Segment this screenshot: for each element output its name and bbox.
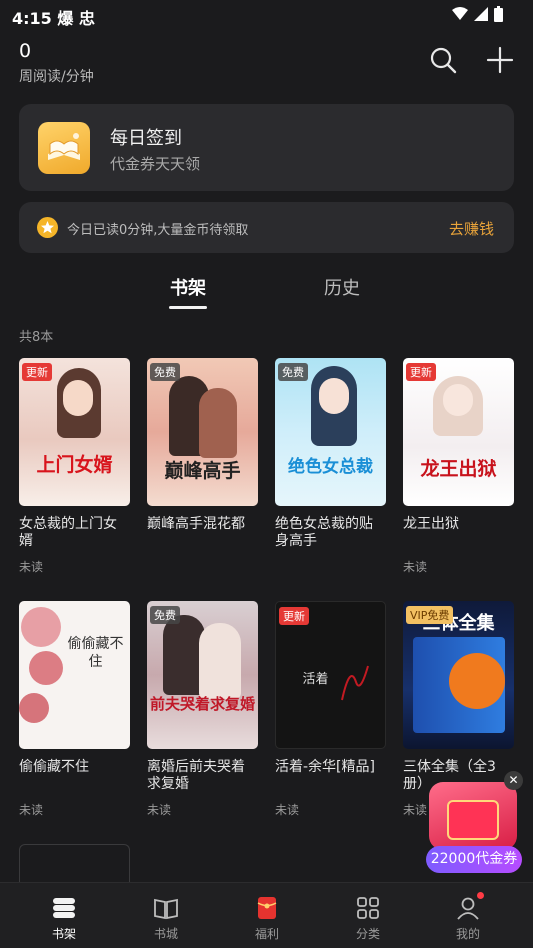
daily-checkin-card[interactable]: 每日签到 代金券天天领 xyxy=(19,104,514,191)
tab-history[interactable]: 历史 xyxy=(324,274,360,300)
gift-box-icon[interactable] xyxy=(429,782,517,850)
tab-bookshelf[interactable]: 书架 xyxy=(170,274,206,300)
cover-title: 偷偷藏不住 xyxy=(67,636,124,670)
book-title: 离婚后前夫哭着求复婚 xyxy=(147,759,245,792)
read-status: 未读 xyxy=(275,803,300,817)
book-item[interactable]: 活着 更新 活着-余华[精品] 未读 xyxy=(275,601,386,818)
nav-bookshelf[interactable]: 书架 xyxy=(24,883,104,948)
weekly-reading-count: 0 xyxy=(19,40,32,62)
vip-free-badge: VIP免费 xyxy=(406,606,454,624)
red-packet-icon xyxy=(447,800,499,840)
cover-title: 上门女婿 xyxy=(36,454,113,476)
status-bar: 4:15 爆 忠 xyxy=(0,0,533,30)
checkin-title: 每日签到 xyxy=(110,128,182,149)
nav-label: 书架 xyxy=(51,927,76,941)
nav-label: 福利 xyxy=(254,927,279,941)
book-icon xyxy=(38,122,90,174)
user-icon xyxy=(457,897,479,920)
book-title: 绝色女总裁的贴身高手 xyxy=(275,516,373,549)
cover-title: 前夫哭着求复婚 xyxy=(149,695,255,713)
free-badge: 免费 xyxy=(150,606,180,624)
cover-title: 绝色女总裁 xyxy=(288,457,373,477)
coin-star-icon xyxy=(37,217,58,238)
nav-label: 书城 xyxy=(153,927,178,941)
red-packet-icon xyxy=(257,897,277,919)
book-item[interactable]: 龙王出狱 更新 龙王出狱 未读 xyxy=(403,358,514,575)
nav-welfare[interactable]: 福利 xyxy=(227,883,307,948)
wifi-icon xyxy=(452,7,468,20)
update-badge: 更新 xyxy=(279,607,309,625)
book-item[interactable]: 上门女婿 更新 女总裁的上门女婿 未读 xyxy=(19,358,130,575)
weekly-reading-caption: 周阅读/分钟 xyxy=(19,69,94,85)
nav-label: 分类 xyxy=(355,927,380,941)
book-cover[interactable]: 前夫哭着求复婚 免费 xyxy=(147,601,258,749)
update-badge: 更新 xyxy=(406,363,436,381)
free-badge: 免费 xyxy=(278,363,308,381)
book-title: 巅峰高手混花都 xyxy=(147,516,245,532)
book-item[interactable]: 偷偷藏不住 偷偷藏不住 未读 xyxy=(19,601,130,818)
book-item[interactable]: 绝色女总裁 免费 绝色女总裁的贴身高手 xyxy=(275,358,386,558)
book-cover[interactable]: 巅峰高手 免费 xyxy=(147,358,258,506)
book-title: 女总裁的上门女婿 xyxy=(19,516,117,549)
book-item[interactable]: 巅峰高手 免费 巅峰高手混花都 xyxy=(147,358,258,558)
coin-banner[interactable]: 今日已读0分钟,大量金币待领取 去赚钱 xyxy=(19,202,514,253)
read-status: 未读 xyxy=(19,560,44,574)
book-item[interactable]: 前夫哭着求复婚 免费 离婚后前夫哭着求复婚 未读 xyxy=(147,601,258,818)
book-count: 共8本 xyxy=(19,330,54,345)
read-status: 未读 xyxy=(403,560,428,574)
cover-title: 龙王出狱 xyxy=(420,458,497,480)
active-tab-indicator xyxy=(169,306,207,309)
search-icon[interactable] xyxy=(428,45,458,75)
nav-profile[interactable]: 我的 xyxy=(428,883,508,948)
checkin-subtitle: 代金券天天领 xyxy=(110,155,201,173)
book-cover[interactable]: 龙王出狱 更新 xyxy=(403,358,514,506)
book-title: 活着-余华[精品] xyxy=(275,759,375,775)
book-title: 龙王出狱 xyxy=(403,516,459,532)
close-icon[interactable]: ✕ xyxy=(504,771,523,790)
book-cover[interactable]: 偷偷藏不住 xyxy=(19,601,130,749)
free-badge: 免费 xyxy=(150,363,180,381)
book-cover[interactable]: 绝色女总裁 免费 xyxy=(275,358,386,506)
battery-icon xyxy=(494,6,503,22)
nav-label: 我的 xyxy=(455,927,480,941)
book-cover[interactable]: 活着 更新 xyxy=(275,601,386,749)
bottom-nav: 书架 书城 福利 分类 我的 xyxy=(0,882,533,948)
earn-coins-link[interactable]: 去赚钱 xyxy=(449,218,494,239)
nav-bookstore[interactable]: 书城 xyxy=(126,883,206,948)
status-time: 4:15 爆 忠 xyxy=(12,9,95,28)
book-title: 偷偷藏不住 xyxy=(19,759,89,775)
cover-title: 巅峰高手 xyxy=(164,460,241,482)
signal-icon xyxy=(474,7,488,21)
coupon-promo-label[interactable]: 22000代金券 xyxy=(426,846,522,873)
nav-category[interactable]: 分类 xyxy=(328,883,408,948)
coin-banner-text: 今日已读0分钟,大量金币待领取 xyxy=(67,223,249,238)
book-cover[interactable]: 上门女婿 更新 xyxy=(19,358,130,506)
grid-icon xyxy=(357,897,379,919)
read-status: 未读 xyxy=(19,803,44,817)
update-badge: 更新 xyxy=(22,363,52,381)
plus-icon[interactable] xyxy=(484,44,516,76)
cover-title: 活着 xyxy=(302,672,329,687)
book-cover[interactable]: 三体全集 VIP免费 xyxy=(403,601,514,749)
read-status: 未读 xyxy=(147,803,172,817)
notification-dot xyxy=(477,892,484,899)
open-book-icon xyxy=(154,898,178,920)
bookshelf-icon xyxy=(53,898,75,918)
status-icons xyxy=(452,6,503,22)
